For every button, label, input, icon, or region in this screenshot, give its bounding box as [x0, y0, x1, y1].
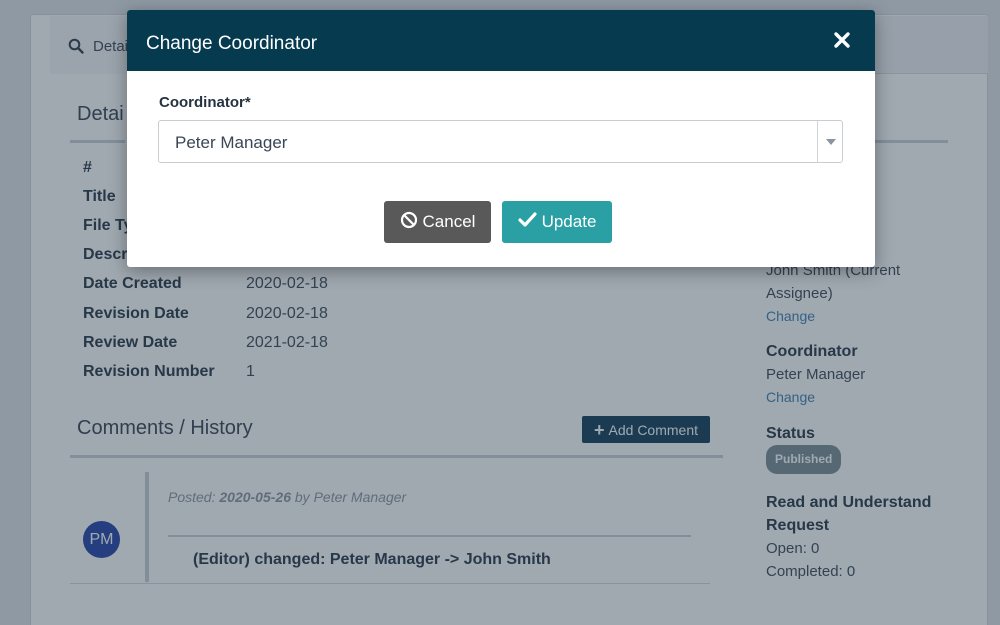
modal-header: Change Coordinator — [127, 10, 875, 71]
coordinator-field-label: Coordinator* — [159, 94, 251, 111]
modal-title: Change Coordinator — [146, 33, 318, 54]
close-icon[interactable] — [833, 31, 851, 49]
change-coordinator-modal: Change Coordinator Coordinator* Peter Ma… — [127, 10, 875, 267]
update-button-label: Update — [541, 212, 597, 231]
ban-icon — [400, 211, 418, 234]
select-separator — [817, 121, 818, 162]
cancel-button[interactable]: Cancel — [384, 201, 491, 243]
cancel-button-label: Cancel — [422, 212, 476, 231]
coordinator-select[interactable]: Peter Manager — [158, 120, 843, 163]
coordinator-select-value: Peter Manager — [175, 133, 288, 152]
check-icon — [517, 211, 537, 233]
update-button[interactable]: Update — [502, 201, 612, 243]
chevron-down-icon[interactable] — [826, 139, 836, 145]
